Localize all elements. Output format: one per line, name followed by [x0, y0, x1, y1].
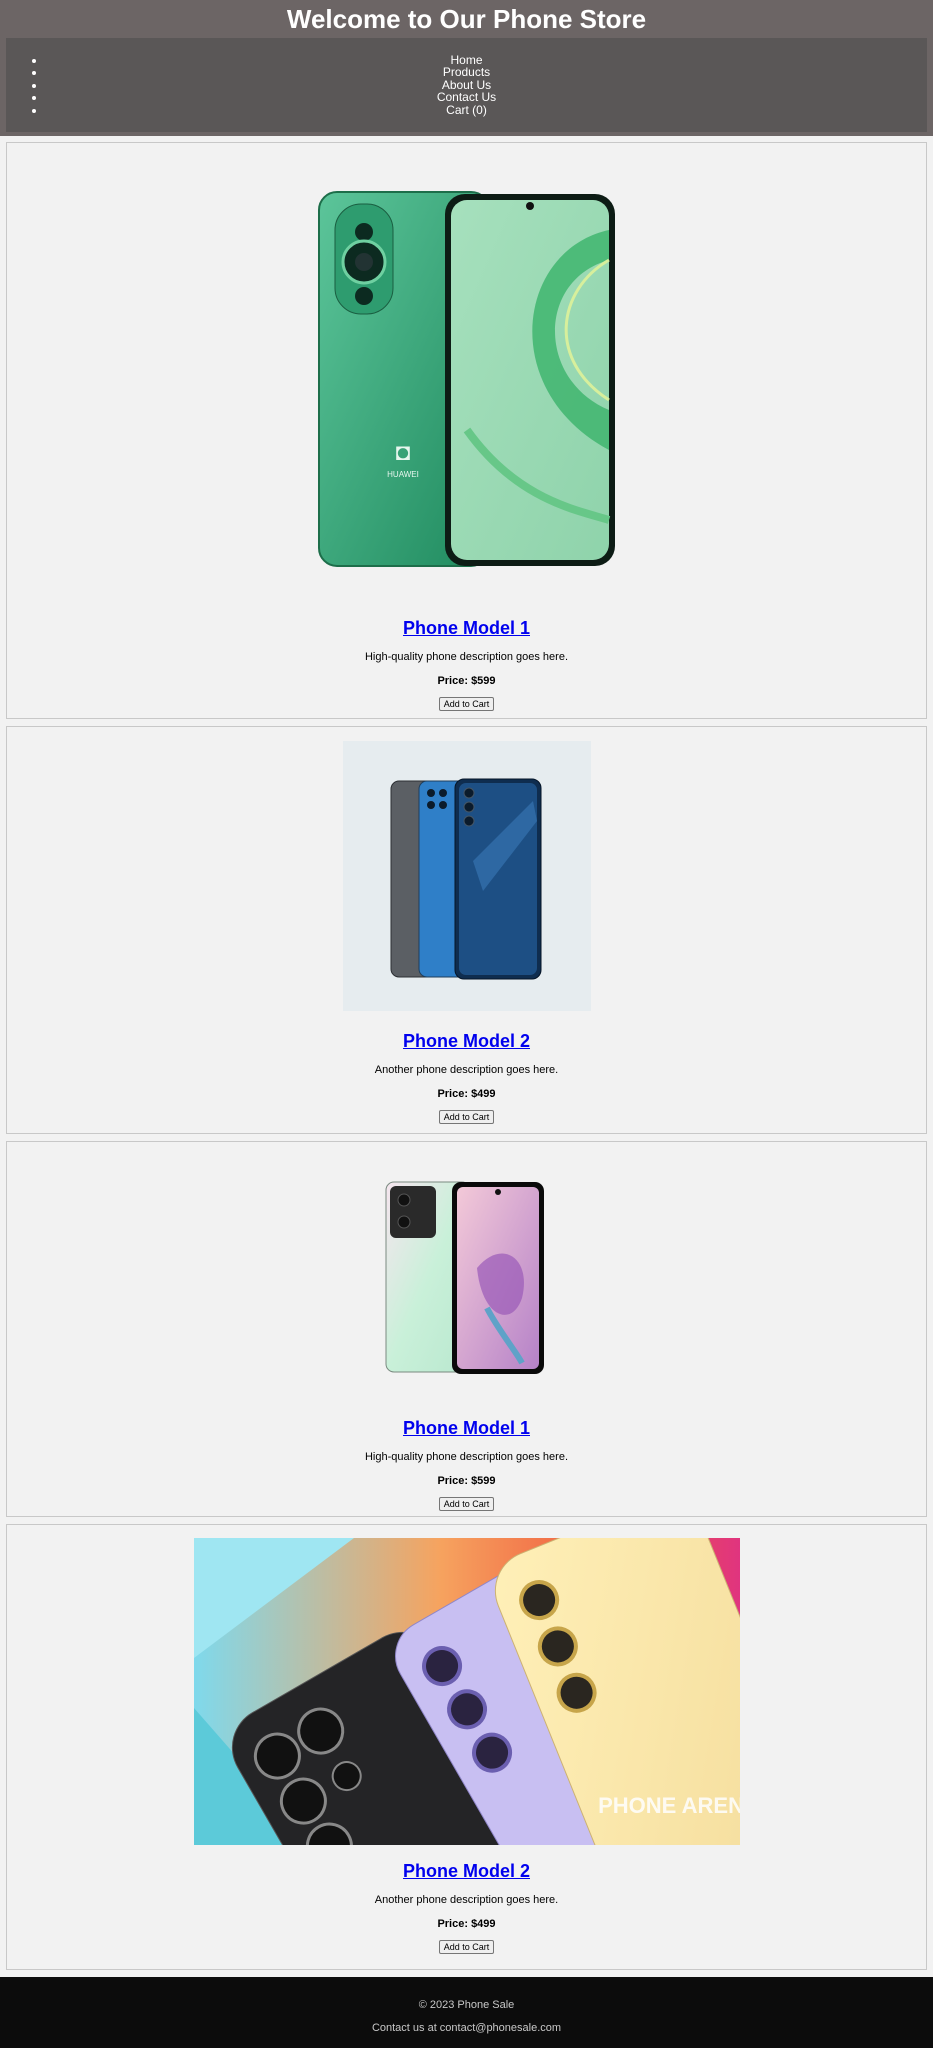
- product-description: Another phone description goes here.: [374, 1894, 559, 1906]
- add-to-cart-button[interactable]: Add to Cart: [438, 1497, 495, 1511]
- product-card: HUAWEI ◘ Phone Model 1 High-quality phon…: [6, 142, 927, 719]
- add-to-cart-button[interactable]: Add to Cart: [438, 1940, 495, 1954]
- site-header: Welcome to Our Phone Store Home Products…: [0, 0, 933, 136]
- product-card: Phone Model 1 High-quality phone descrip…: [6, 1141, 927, 1517]
- product-card: PHONE ARENA Phone Model 2 Another phone …: [6, 1524, 927, 1970]
- site-footer: © 2023 Phone Sale Contact us at contact@…: [0, 1977, 933, 2048]
- product-title-link[interactable]: Phone Model 2: [7, 1031, 926, 1052]
- product-description: High-quality phone description goes here…: [364, 651, 569, 663]
- image-watermark: PHONE ARENA: [598, 1793, 740, 1818]
- product-image: PHONE ARENA: [193, 1538, 740, 1845]
- product-price: Price: $499: [437, 1918, 496, 1930]
- product-list: HUAWEI ◘ Phone Model 1 High-quality phon…: [0, 136, 933, 1970]
- main-nav: Home Products About Us Contact Us Cart (…: [6, 38, 927, 132]
- product-image: [382, 1178, 552, 1378]
- product-price: Price: $599: [437, 675, 496, 687]
- product-title-link[interactable]: Phone Model 2: [7, 1861, 926, 1882]
- product-description: Another phone description goes here.: [374, 1064, 559, 1076]
- footer-contact: Contact us at contact@phonesale.com: [371, 2022, 562, 2034]
- add-to-cart-button[interactable]: Add to Cart: [438, 697, 495, 711]
- product-image: [342, 741, 591, 1011]
- product-title-link[interactable]: Phone Model 1: [7, 1418, 926, 1439]
- svg-text:◘: ◘: [395, 439, 410, 466]
- brand-label: HUAWEI: [387, 470, 419, 479]
- product-title-link[interactable]: Phone Model 1: [7, 618, 926, 639]
- product-image: HUAWEI ◘: [317, 190, 617, 570]
- footer-copyright: © 2023 Phone Sale: [418, 1999, 515, 2011]
- product-price: Price: $499: [437, 1088, 496, 1100]
- product-price: Price: $599: [437, 1475, 496, 1487]
- nav-item-cart[interactable]: Cart (0): [46, 103, 927, 116]
- product-card: Phone Model 2 Another phone description …: [6, 726, 927, 1134]
- product-description: High-quality phone description goes here…: [364, 1451, 569, 1463]
- page-title: Welcome to Our Phone Store: [286, 4, 647, 34]
- add-to-cart-button[interactable]: Add to Cart: [438, 1110, 495, 1124]
